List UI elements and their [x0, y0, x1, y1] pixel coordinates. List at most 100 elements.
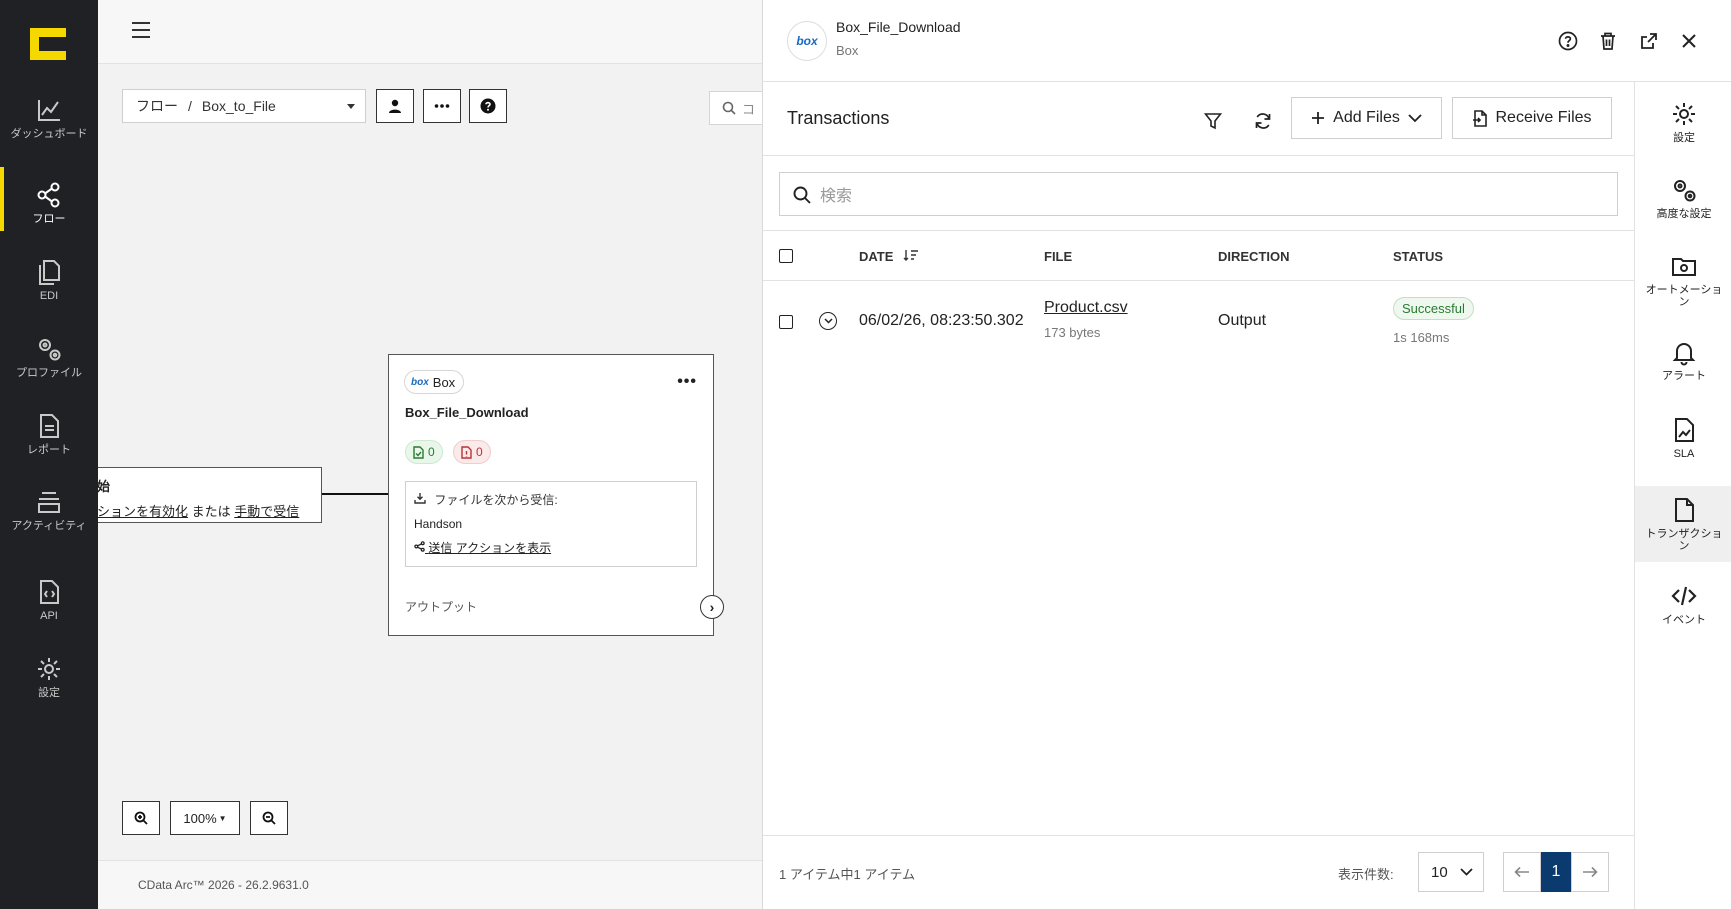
panel-nav-sla[interactable]: SLA — [1635, 416, 1731, 460]
canvas-search-input[interactable]: コ — [709, 91, 762, 125]
nav-item-profile[interactable]: プロファイル — [0, 335, 98, 379]
send-action-link[interactable]: 送信 アクションを表示 — [414, 539, 688, 556]
success-count-badge[interactable]: 0 — [405, 440, 443, 464]
download-icon — [414, 493, 426, 504]
error-count-badge[interactable]: 0 — [453, 440, 491, 464]
refresh-button[interactable] — [1249, 107, 1277, 135]
output-handle-chevron-right-icon[interactable]: › — [700, 595, 724, 619]
nav-item-edi[interactable]: EDI — [0, 258, 98, 302]
file-error-icon — [461, 445, 472, 459]
connector-type-label: Box — [432, 374, 456, 390]
chevron-down-icon — [823, 318, 833, 324]
column-header-status[interactable]: STATUS — [1393, 249, 1443, 264]
nav-item-label: ダッシュボード — [10, 128, 88, 140]
user-button[interactable] — [376, 89, 414, 123]
zoom-level-select[interactable]: 100% ▼ — [170, 801, 240, 835]
panel-side-navigation: 設定 高度な設定 オートメーション アラート SLA トランザクション イベント — [1634, 82, 1731, 909]
plus-icon — [1312, 112, 1325, 124]
flow-canvas[interactable]: フロー / Box_to_File コ 始 ションを有効化 または 手動で受信 … — [98, 65, 762, 860]
add-files-dropdown-button[interactable]: Add Files — [1291, 97, 1442, 139]
filter-button[interactable] — [1199, 107, 1227, 135]
prev-page-button[interactable] — [1503, 852, 1541, 892]
manual-receive-link[interactable]: 手動で受信 — [234, 504, 299, 519]
breadcrumb-root[interactable]: フロー — [136, 96, 178, 116]
start-node[interactable]: 始 ションを有効化 または 手動で受信 — [98, 467, 322, 523]
panel-nav-alerts[interactable]: アラート — [1635, 338, 1731, 382]
start-node-prefix[interactable]: ション — [98, 504, 136, 519]
external-link-icon — [1641, 33, 1657, 49]
zoom-level: 100% — [183, 810, 217, 826]
help-button[interactable] — [469, 89, 507, 123]
error-count: 0 — [476, 445, 483, 459]
panel-nav-automation[interactable]: オートメーション — [1635, 252, 1731, 308]
nav-item-report[interactable]: レポート — [0, 412, 98, 456]
node-menu-button[interactable]: ••• — [677, 373, 697, 391]
box-connector-node[interactable]: box Box ••• Box_File_Download 0 0 ファイルを次… — [388, 354, 714, 636]
search-placeholder: 検索 — [820, 188, 853, 205]
zoom-in-button[interactable] — [122, 801, 160, 835]
nav-item-activity[interactable]: アクティビティ — [0, 488, 98, 532]
panel-nav-transactions[interactable]: トランザクション — [1635, 486, 1731, 562]
select-all-checkbox[interactable] — [779, 249, 793, 263]
nav-item-label: レポート — [27, 444, 71, 456]
share-nodes-icon — [414, 541, 425, 552]
chevron-down-icon — [1460, 868, 1473, 876]
nav-item-settings[interactable]: 設定 — [0, 655, 98, 699]
left-navigation: ダッシュボード フロー EDI プロファイル レポート アクティビティ API … — [0, 0, 98, 909]
nav-item-flows[interactable]: フロー — [0, 167, 98, 231]
next-page-button[interactable] — [1571, 852, 1609, 892]
receive-files-button[interactable]: Receive Files — [1452, 97, 1612, 139]
row-date: 06/02/26, 08:23:50.302 — [859, 312, 1024, 329]
help-button[interactable] — [1557, 30, 1579, 52]
nav-item-api[interactable]: API — [0, 578, 98, 622]
gear-icon — [38, 658, 60, 680]
trash-icon — [1601, 32, 1615, 50]
file-import-icon — [1473, 109, 1488, 127]
zoom-in-icon — [134, 811, 148, 825]
chevron-down-icon — [347, 104, 355, 109]
nav-item-label: API — [40, 610, 58, 622]
page-button-current[interactable]: 1 — [1541, 852, 1571, 892]
table-row[interactable]: 06/02/26, 08:23:50.302 Product.csv 173 b… — [763, 282, 1634, 366]
connector-side-panel: box Box_File_Download Box Transactions A… — [762, 0, 1731, 909]
column-header-direction[interactable]: DIRECTION — [1218, 249, 1290, 264]
start-node-actions: ションを有効化 または 手動で受信 — [98, 501, 321, 520]
flow-breadcrumb-select[interactable]: フロー / Box_to_File — [122, 89, 366, 123]
zoom-out-button[interactable] — [250, 801, 288, 835]
close-button[interactable] — [1678, 30, 1700, 52]
cdata-logo[interactable] — [30, 28, 66, 60]
file-success-icon — [413, 445, 424, 459]
row-file-cell: Product.csv 173 bytes — [1044, 299, 1128, 340]
panel-nav-advanced[interactable]: 高度な設定 — [1635, 176, 1731, 220]
nav-item-dashboard[interactable]: ダッシュボード — [0, 96, 98, 140]
panel-nav-label: SLA — [1673, 448, 1695, 460]
page-size-select[interactable]: 10 — [1418, 852, 1484, 892]
gears-icon — [1674, 180, 1696, 202]
file-link[interactable]: Product.csv — [1044, 299, 1128, 317]
user-icon — [389, 99, 401, 113]
canvas-search-placeholder: コ — [742, 101, 756, 117]
search-icon — [793, 186, 811, 204]
delete-button[interactable] — [1597, 30, 1619, 52]
panel-nav-settings[interactable]: 設定 — [1635, 100, 1731, 144]
share-nodes-icon — [37, 182, 60, 208]
filter-icon — [1204, 113, 1222, 130]
column-header-file[interactable]: FILE — [1044, 249, 1072, 264]
page-size-value: 10 — [1431, 863, 1448, 881]
expand-row-button[interactable] — [819, 312, 837, 330]
panel-nav-label: トランザクション — [1645, 528, 1723, 552]
zoom-out-icon — [262, 811, 276, 825]
more-options-button[interactable] — [423, 89, 461, 123]
hamburger-menu-icon[interactable] — [132, 22, 150, 38]
open-external-button[interactable] — [1638, 30, 1660, 52]
top-bar — [98, 0, 762, 64]
column-header-date[interactable]: DATE — [859, 249, 919, 264]
transactions-search-input[interactable]: 検索 — [779, 172, 1618, 216]
panel-nav-label: 設定 — [1673, 132, 1695, 144]
bottom-bar: CData Arc™ 2026 - 26.2.9631.0 — [98, 860, 762, 909]
panel-header: box Box_File_Download Box — [763, 0, 1731, 82]
enable-automation-link[interactable]: を有効化 — [136, 504, 188, 519]
row-checkbox[interactable] — [779, 315, 793, 329]
panel-nav-events[interactable]: イベント — [1635, 582, 1731, 626]
receive-label: ファイルを次から受信: — [434, 493, 558, 507]
